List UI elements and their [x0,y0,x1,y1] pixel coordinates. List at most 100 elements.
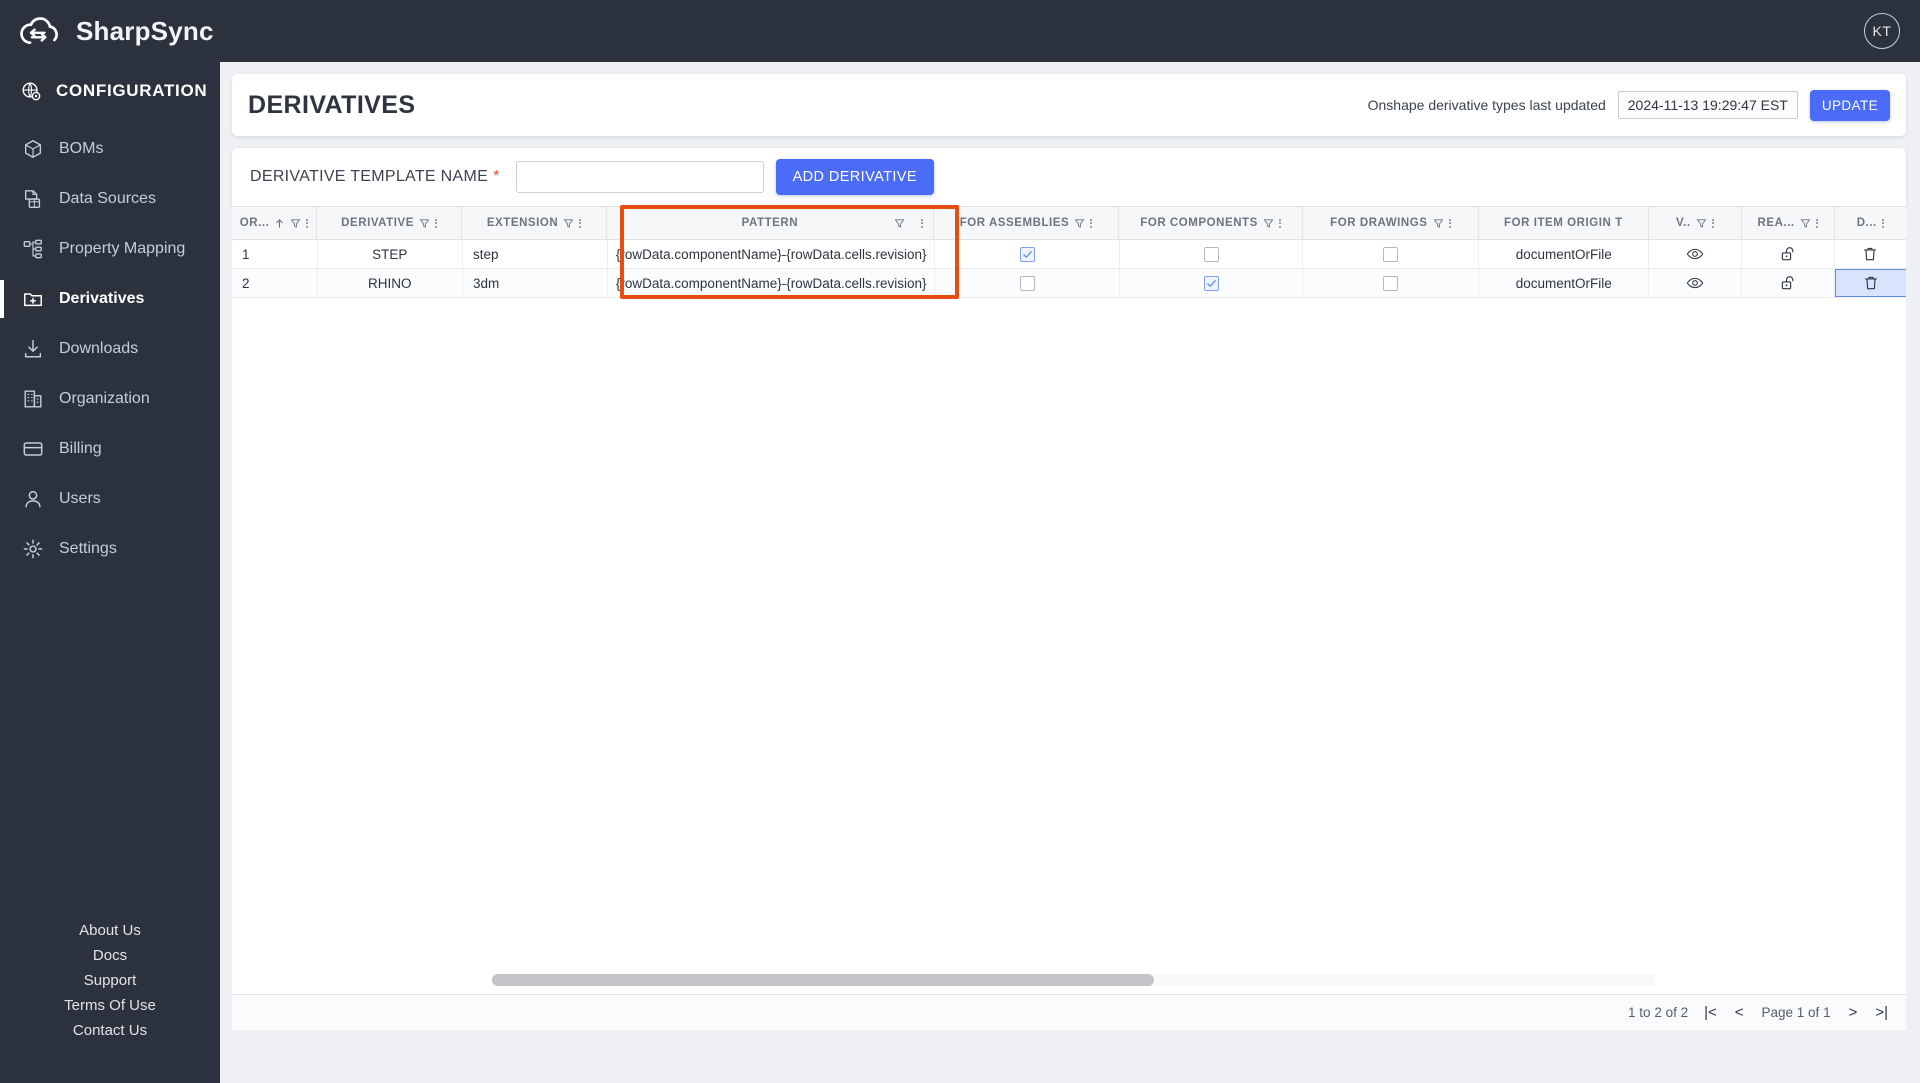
cell-for-assemblies[interactable] [935,269,1121,297]
filter-icon[interactable] [1263,218,1274,229]
column-menu-icon[interactable] [579,217,582,229]
grid-footer: 1 to 2 of 2 |< < Page 1 of 1 > >| [232,994,1906,1030]
checkbox-for-assemblies[interactable] [1019,246,1035,262]
sidebar-item-users[interactable]: Users [0,474,220,524]
column-menu-icon[interactable] [434,217,437,229]
sort-asc-icon[interactable] [274,218,285,229]
last-page-icon[interactable]: >| [1875,1005,1888,1020]
cell-for-drawings[interactable] [1303,240,1479,268]
footer-link-contact-us[interactable]: Contact Us [73,1022,147,1039]
filter-icon[interactable] [290,218,301,229]
footer-link-about-us[interactable]: About Us [79,922,141,939]
sidebar-item-label: Downloads [59,340,139,357]
checkbox-for-components[interactable] [1203,275,1219,291]
footer-link-support[interactable]: Support [84,972,137,989]
cell-pattern: {rowData.componentName}-{rowData.cells.r… [608,269,936,297]
column-menu-icon[interactable] [306,217,309,229]
prev-page-icon[interactable]: < [1735,1005,1744,1020]
sitemap-icon [23,239,42,259]
grid-col-header-view[interactable]: V.. [1649,207,1742,239]
cell-for-drawings[interactable] [1303,269,1479,297]
unlock-icon[interactable] [1779,245,1797,263]
column-menu-icon[interactable] [920,217,923,229]
column-menu-icon[interactable] [1815,217,1818,229]
cell-for-components[interactable] [1120,240,1304,268]
sidebar-item-derivatives[interactable]: Derivatives [0,274,220,324]
column-menu-icon[interactable] [1711,217,1714,229]
update-button[interactable]: UPDATE [1809,89,1890,121]
trash-icon[interactable] [1861,245,1879,263]
cell-delete[interactable] [1835,240,1906,268]
scrollbar-thumb[interactable] [492,974,1155,986]
grid-col-header-for-item-origin[interactable]: FOR ITEM ORIGIN T [1479,207,1649,239]
grid-col-header-for-assemblies[interactable]: FOR ASSEMBLIES [934,207,1120,239]
cell-readonly[interactable] [1742,269,1835,297]
grid-header-row: OR... DERIVATIVE EXTENSION PATTERN FOR A… [232,206,1906,240]
grid-col-header-for-components[interactable]: FOR COMPONENTS [1119,207,1303,239]
cell-view[interactable] [1649,269,1743,297]
filter-icon[interactable] [419,218,430,229]
derivative-template-name-label: DERIVATIVE TEMPLATE NAME * [242,168,500,186]
checkbox-for-components[interactable] [1203,246,1219,262]
sidebar-footer-links: About Us Docs Support Terms Of Use Conta… [0,922,220,1083]
cell-view[interactable] [1649,240,1743,268]
grid-col-header-extension[interactable]: EXTENSION [462,207,608,239]
sidebar-item-boms[interactable]: BOMs [0,124,220,174]
brand-name: SharpSync [76,15,214,46]
eye-icon[interactable] [1686,245,1704,263]
sidebar-item-label: Billing [59,440,102,457]
cell-delete-selected[interactable] [1834,269,1907,297]
sidebar-item-settings[interactable]: Settings [0,524,220,574]
filter-icon[interactable] [1433,218,1444,229]
add-derivative-button[interactable]: ADD DERIVATIVE [775,159,934,195]
sidebar-item-billing[interactable]: Billing [0,424,220,474]
table-row[interactable]: 1 STEP step {rowData.componentName}-{row… [232,240,1906,269]
cell-readonly[interactable] [1742,240,1835,268]
brand[interactable]: SharpSync [0,13,214,49]
cell-for-components[interactable] [1120,269,1304,297]
grid-col-header-pattern[interactable]: PATTERN [607,207,934,239]
grid-col-header-order[interactable]: OR... [232,207,318,239]
checkbox-for-drawings[interactable] [1383,275,1399,291]
filter-icon[interactable] [563,218,574,229]
grid-col-label: FOR ASSEMBLIES [959,217,1070,229]
table-row[interactable]: 2 RHINO 3dm {rowData.componentName}-{row… [232,269,1907,298]
credit-card-icon [23,442,43,456]
sidebar-section-configuration[interactable]: CONFIGURATION [0,62,220,120]
avatar-initials: KT [1872,23,1892,39]
footer-link-terms[interactable]: Terms Of Use [64,997,156,1014]
first-page-icon[interactable]: |< [1704,1005,1717,1020]
grid-col-header-readonly[interactable]: REA... [1742,207,1835,239]
derivative-template-name-input[interactable] [515,161,764,193]
grid-col-header-derivative[interactable]: DERIVATIVE [317,207,463,239]
sidebar-item-label: Derivatives [59,290,145,307]
sidebar-item-label: Organization [59,390,150,407]
filter-icon[interactable] [1074,218,1085,229]
checkbox-for-assemblies[interactable] [1019,275,1035,291]
column-menu-icon[interactable] [1278,217,1281,229]
horizontal-scrollbar[interactable] [492,974,1654,986]
eye-icon[interactable] [1686,274,1704,292]
column-menu-icon[interactable] [1090,217,1093,229]
grid-col-label: PATTERN [741,217,799,229]
footer-link-docs[interactable]: Docs [93,947,127,964]
next-page-icon[interactable]: > [1849,1005,1858,1020]
sidebar-item-downloads[interactable]: Downloads [0,324,220,374]
grid-col-header-delete[interactable]: D... [1835,207,1907,239]
sidebar-item-organization[interactable]: Organization [0,374,220,424]
filter-icon[interactable] [1696,218,1707,229]
building-icon [24,390,42,408]
column-menu-icon[interactable] [1448,217,1451,229]
sidebar-item-data-sources[interactable]: Data Sources [0,174,220,224]
trash-icon[interactable] [1862,274,1880,292]
sidebar-item-property-mapping[interactable]: Property Mapping [0,224,220,274]
grid-col-header-for-drawings[interactable]: FOR DRAWINGS [1303,207,1479,239]
avatar[interactable]: KT [1864,13,1900,49]
filter-icon[interactable] [1800,218,1811,229]
column-menu-icon[interactable] [1881,217,1884,229]
cell-for-assemblies[interactable] [935,240,1121,268]
checkbox-for-drawings[interactable] [1383,246,1399,262]
unlock-icon[interactable] [1779,274,1797,292]
download-icon [24,340,42,358]
filter-icon[interactable] [894,218,905,229]
